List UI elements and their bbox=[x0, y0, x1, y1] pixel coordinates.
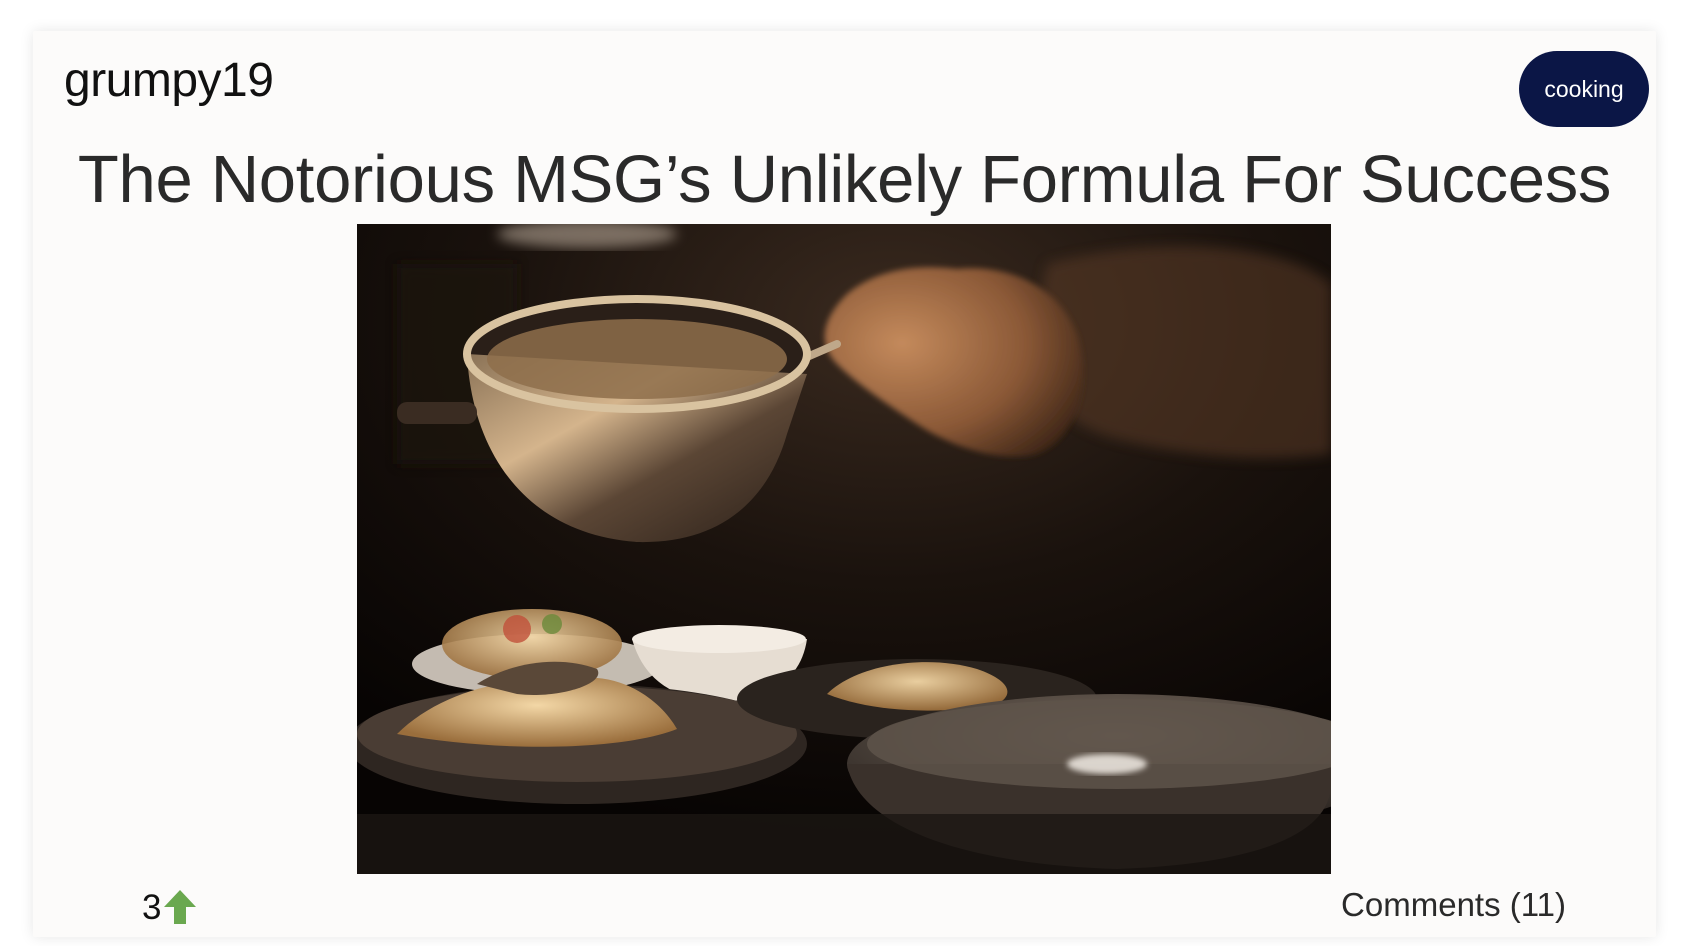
category-tag-button[interactable]: cooking bbox=[1519, 51, 1649, 127]
comments-link[interactable]: Comments (11) bbox=[1341, 886, 1566, 924]
vote-count: 3 bbox=[142, 887, 162, 927]
post-card: grumpy19 cooking The Notorious MSG’s Unl… bbox=[33, 31, 1656, 937]
post-username[interactable]: grumpy19 bbox=[64, 57, 274, 105]
post-title: The Notorious MSG’s Unlikely Formula For… bbox=[77, 142, 1612, 217]
vote-section: 3 bbox=[142, 889, 197, 925]
post-image[interactable] bbox=[357, 224, 1331, 874]
arrow-up-icon[interactable] bbox=[163, 889, 197, 925]
